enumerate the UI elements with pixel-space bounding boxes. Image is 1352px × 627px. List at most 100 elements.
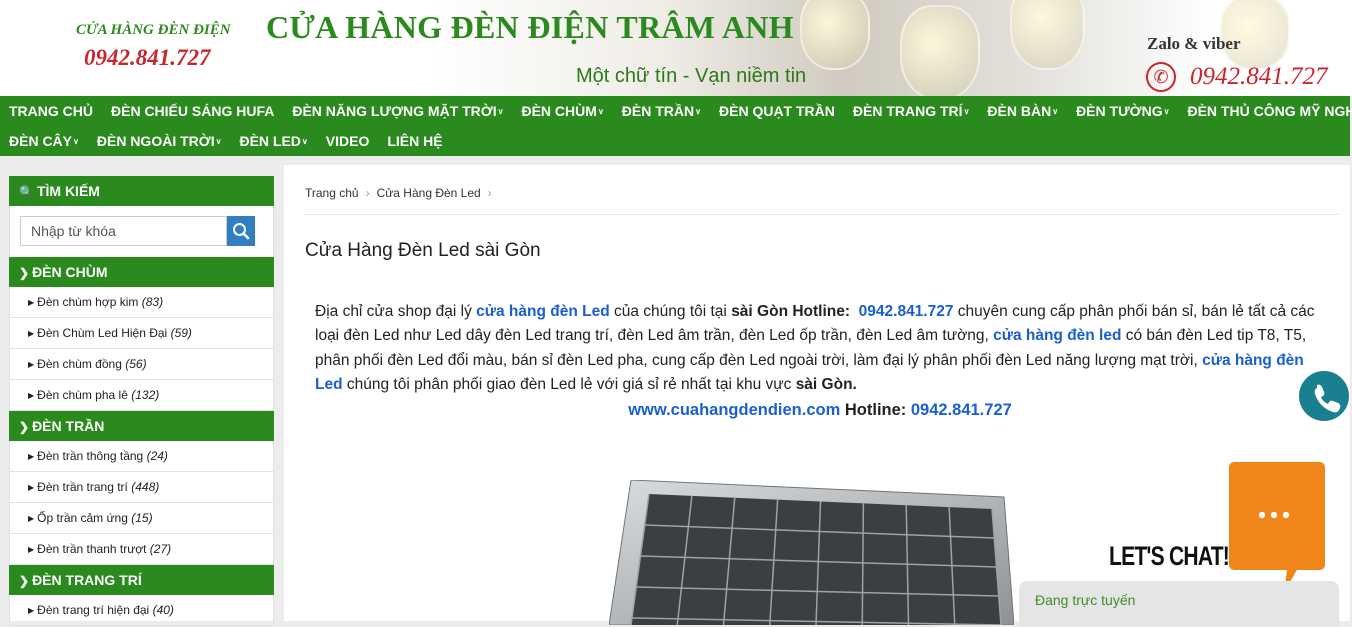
hotline-number[interactable]: 0942.841.727 [911, 401, 1012, 419]
main-nav: TRANG CHỦ ĐÈN CHIẾU SÁNG HUFA ĐÈN NĂNG LƯỢ… [0, 96, 1352, 156]
nav-item[interactable]: ĐÈN TRẦN∨ [613, 96, 710, 126]
circle-chevron-right-icon: ❯ [19, 420, 30, 434]
chat-widget-bar[interactable]: Đang trực tuyến [1019, 581, 1339, 626]
caret-right-icon: ▶ [28, 360, 35, 369]
nav-item-label: ĐÈN NĂNG LƯỢNG MẶT TRỜI [292, 103, 497, 119]
category-link[interactable]: ▶ Đèn trần thông tầng (24) [9, 441, 274, 472]
nav-item[interactable]: ĐÈN NGOÀI TRỜI∨ [88, 126, 231, 156]
chevron-down-icon: ∨ [695, 107, 701, 116]
jar-decoration [900, 5, 980, 96]
jar-decoration [800, 0, 870, 70]
header-phone[interactable]: 0942.841.727 [1190, 63, 1328, 91]
category-count: (15) [131, 511, 153, 525]
link-cua-hang-den-led[interactable]: cửa hàng đèn Led [476, 303, 610, 320]
nav-item[interactable]: ĐÈN QUẠT TRẦN [710, 96, 844, 126]
chat-status: Đang trực tuyến [1035, 592, 1136, 608]
nav-item[interactable]: ĐÈN CHÙM∨ [512, 96, 612, 126]
bold-text: sài Gòn. [795, 375, 857, 393]
nav-item[interactable]: ĐÈN CÂY∨ [0, 126, 88, 156]
divider [305, 214, 1340, 215]
nav-item[interactable]: ĐÈN CHIẾU SÁNG HUFA [102, 96, 283, 126]
article-body: Địa chỉ cửa shop đại lý cửa hàng đèn Led… [315, 300, 1325, 422]
logo-small-phone[interactable]: 0942.841.727 [84, 45, 211, 71]
zalo-label: Zalo & viber [1147, 34, 1241, 53]
category-link[interactable]: ▶ Đèn trang trí hiện đại (40) [9, 595, 274, 626]
category-link[interactable]: ▶ Đèn trần thanh trượt (27) [9, 534, 274, 565]
category-count: (83) [141, 295, 164, 309]
category-link[interactable]: ▶ Đèn chùm đồng (56) [9, 349, 274, 380]
nav-item-label: ĐÈN LED [239, 133, 301, 149]
category-heading[interactable]: ❯ ĐÈN TRANG TRÍ [9, 565, 274, 595]
search-input[interactable] [20, 216, 227, 246]
website-hotline-line: www.cuahangdendien.com Hotline: 0942.841… [315, 398, 1325, 422]
call-button[interactable] [1299, 371, 1349, 421]
website-link[interactable]: www.cuahangdendien.com [628, 401, 840, 419]
nav-item[interactable]: ĐÈN TƯỜNG∨ [1067, 96, 1178, 126]
nav-item-label: ĐÈN TRANG TRÍ [852, 103, 963, 119]
nav-item[interactable]: ĐÈN BÀN∨ [978, 96, 1067, 126]
nav-item[interactable]: ĐÈN THỦ CÔNG MỸ NGHỆ [1178, 96, 1352, 126]
category-heading[interactable]: ❯ ĐÈN CHÙM [9, 257, 274, 287]
nav-row-2: ĐÈN CÂY∨ ĐÈN NGOÀI TRỜI∨ ĐÈN LED∨ VIDEO LIÊN… [0, 126, 452, 156]
caret-right-icon: ▶ [28, 298, 35, 307]
breadcrumb-home[interactable]: Trang chủ [305, 186, 359, 200]
category-count: (56) [125, 357, 147, 371]
search-icon: 🔍 [19, 185, 34, 199]
caret-right-icon: ▶ [28, 606, 35, 615]
site-title[interactable]: CỬA HÀNG ĐÈN ĐIỆN TRÂM ANH [266, 9, 794, 46]
nav-item-label: ĐÈN NGOÀI TRỜI [96, 133, 215, 149]
category-heading-label: ĐÈN TRẦN [32, 418, 105, 434]
text: Địa chỉ cửa shop đại lý [315, 303, 477, 320]
site-slogan: Một chữ tín - Vạn niềm tin [576, 65, 807, 87]
nav-item-label: TRANG CHỦ [9, 103, 93, 119]
breadcrumb: Trang chủ › Cửa Hàng Đèn Led › [305, 186, 499, 200]
article-paragraph: Địa chỉ cửa shop đại lý cửa hàng đèn Led… [315, 300, 1325, 397]
category-link[interactable]: ▶ Đèn chùm pha lê (132) [9, 380, 274, 411]
search-icon [233, 223, 250, 240]
solar-panel-image[interactable] [609, 480, 1014, 625]
hotline-link[interactable]: 0942.841.727 [859, 303, 954, 320]
phone-icon: ✆ [1146, 62, 1176, 92]
category-link-label: Đèn trần trang trí [37, 480, 128, 494]
nav-item[interactable]: ĐÈN LED∨ [230, 126, 316, 156]
link-cua-hang-den-led[interactable]: cửa hàng đèn led [993, 327, 1121, 344]
nav-item-label: ĐÈN CHÙM [521, 103, 597, 119]
caret-right-icon: ▶ [28, 514, 35, 523]
category-link[interactable]: ▶ Đèn chùm hợp kim (83) [9, 287, 274, 318]
nav-item-label: LIÊN HỆ [387, 133, 443, 149]
nav-item[interactable]: VIDEO [317, 126, 379, 156]
site-header: CỬA HÀNG ĐÈN ĐIỆN 0942.841.727 CỬA HÀNG … [0, 0, 1352, 96]
category-link[interactable]: ▶ Ốp trần cảm ứng (15) [9, 503, 274, 534]
caret-right-icon: ▶ [28, 452, 35, 461]
lets-chat-label[interactable]: LET'S CHAT! [1109, 541, 1230, 572]
category-link-label: Đèn trang trí hiện đại [37, 603, 150, 617]
category-count: (132) [131, 388, 160, 402]
nav-item[interactable]: TRANG CHỦ [0, 96, 102, 126]
category-heading[interactable]: ❯ ĐÈN TRẦN [9, 411, 274, 441]
search-box [9, 206, 274, 257]
nav-item-label: ĐÈN CHIẾU SÁNG HUFA [111, 103, 275, 119]
nav-item-label: ĐÈN TRẦN [621, 103, 695, 119]
category-link[interactable]: ▶ Đèn Chùm Led Hiện Đại (59) [9, 318, 274, 349]
nav-item[interactable]: ĐÈN NĂNG LƯỢNG MẶT TRỜI∨ [283, 96, 512, 126]
breadcrumb-current[interactable]: Cửa Hàng Đèn Led [377, 186, 481, 200]
chat-bubble-icon[interactable] [1229, 462, 1325, 592]
page-title: Cửa Hàng Đèn Led sài Gòn [305, 240, 541, 261]
nav-item[interactable]: LIÊN HỆ [378, 126, 451, 156]
nav-item-label: VIDEO [325, 133, 370, 149]
search-button[interactable] [227, 216, 255, 246]
category-link[interactable]: ▶ Đèn trần trang trí (448) [9, 472, 274, 503]
category-heading-label: ĐÈN CHÙM [32, 264, 108, 280]
text: chúng tôi phân phối giao đèn Led lẻ với … [342, 375, 796, 393]
category-count: (27) [149, 542, 172, 556]
category-count: (59) [170, 326, 192, 340]
chevron-down-icon: ∨ [301, 137, 308, 146]
sidebar: 🔍TÌM KIẾM ❯ĐÈN CHÙM▶Đèn chùm hợp kim (83… [9, 176, 274, 626]
nav-item-label: ĐÈN CÂY [9, 133, 73, 149]
nav-item[interactable]: ĐÈN TRANG TRÍ∨ [844, 96, 979, 126]
caret-right-icon: ▶ [28, 329, 35, 338]
chevron-down-icon: ∨ [73, 137, 79, 146]
jar-decoration [1010, 0, 1085, 70]
logo-small-name[interactable]: CỬA HÀNG ĐÈN ĐIỆN [76, 22, 231, 39]
bold-text: sài Gòn Hotline: [731, 303, 851, 320]
